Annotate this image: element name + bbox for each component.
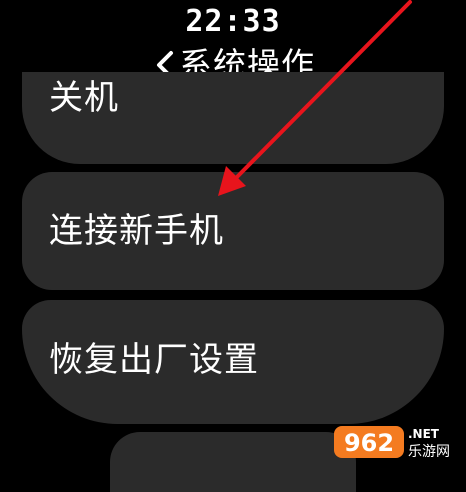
menu-item-factory-reset[interactable]: 恢复出厂设置 [22,300,444,424]
watermark-logo: 962 .NET 乐游网 [334,426,450,460]
watermark-number: 962 [344,429,394,457]
menu-item-connect-new-phone[interactable]: 连接新手机 [22,172,444,290]
menu-item-label: 恢复出厂设置 [49,340,259,380]
watermark-site: 乐游网 [408,444,450,460]
menu-item-next-partial[interactable] [110,432,356,492]
watermark-suffix: .NET [408,427,440,441]
status-time: 22:33 [185,4,281,39]
menu-item-label: 关机 [49,78,119,118]
menu-item-power-off[interactable]: 关机 [22,72,444,164]
menu-item-label: 连接新手机 [49,211,224,251]
